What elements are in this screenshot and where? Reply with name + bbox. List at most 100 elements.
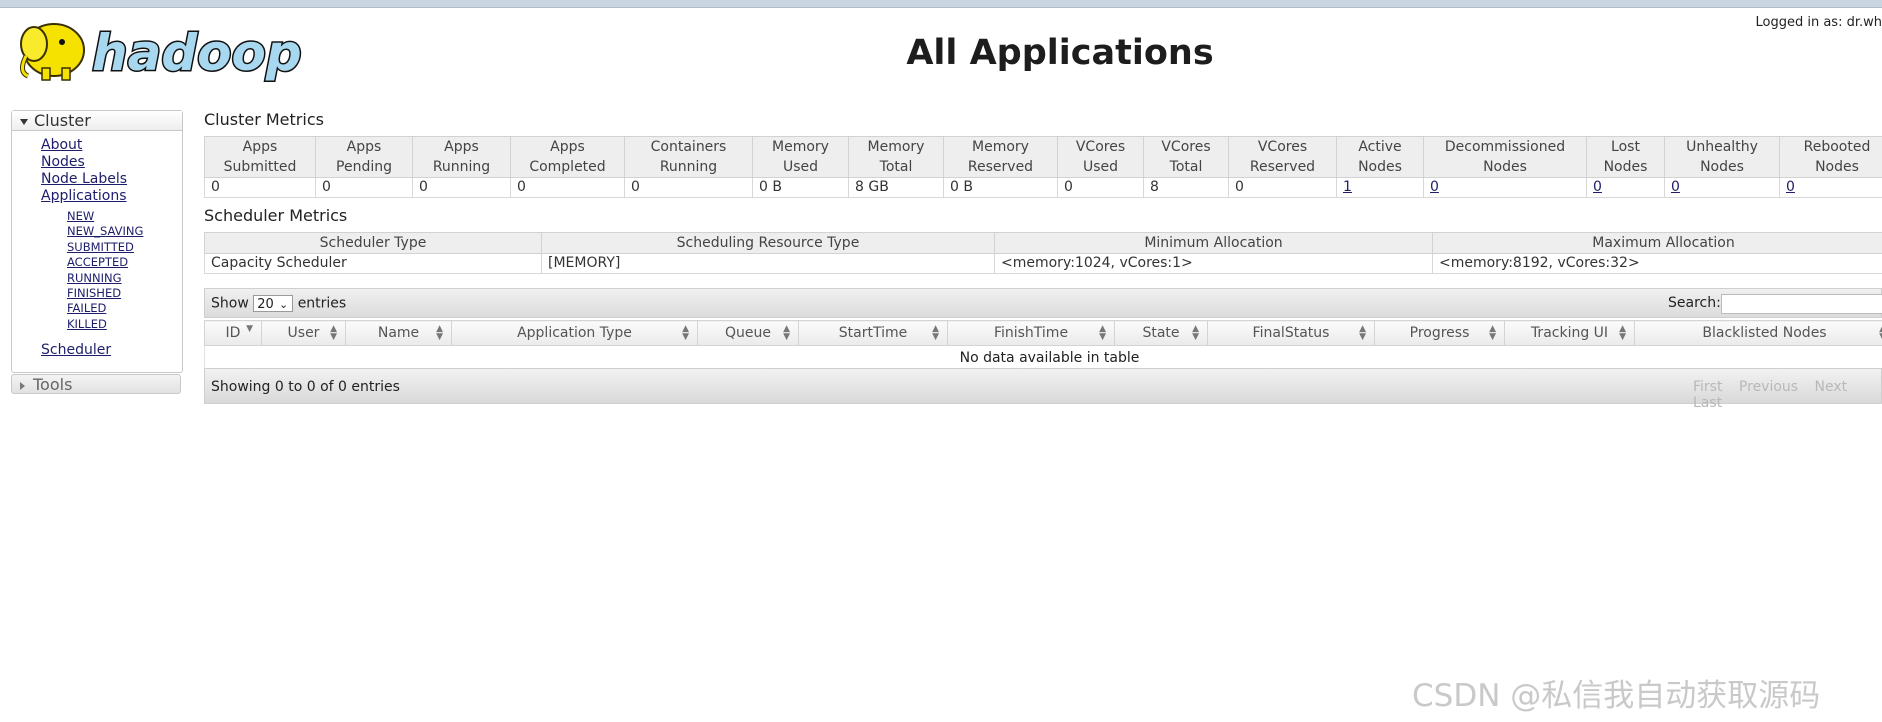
apps-table-toolbar: Show 20 ⌄ entries Search: (204, 288, 1882, 318)
column-id[interactable]: ID ▼ (204, 320, 262, 346)
pagination: First Previous Next Last (1693, 379, 1881, 411)
value-active-nodes-cell: 1 (1336, 177, 1424, 198)
value-vcores-total: 8 (1143, 177, 1229, 198)
active-nodes-link[interactable]: 1 (1343, 179, 1352, 195)
value-apps-running: 0 (412, 177, 511, 198)
value-rebooted-nodes-cell: 0 (1779, 177, 1882, 198)
value-apps-pending: 0 (315, 177, 413, 198)
pager-previous[interactable]: Previous (1739, 379, 1798, 395)
state-link-accepted[interactable]: ACCEPTED (67, 255, 143, 270)
state-link-failed[interactable]: FAILED (67, 301, 143, 316)
tools-accordion-header[interactable]: Tools (11, 374, 181, 394)
header-apps-completed: Apps Completed (510, 136, 625, 178)
column-queue[interactable]: Queue ▲ ▼ (697, 320, 799, 346)
sort-icon: ▲▼ (1489, 324, 1496, 342)
search-label: Search: (1668, 295, 1721, 311)
value-apps-completed: 0 (510, 177, 625, 198)
hadoop-logo[interactable]: hadoop (12, 14, 312, 86)
page-size-select[interactable]: 20 ⌄ (253, 295, 294, 312)
pager-first[interactable]: First (1693, 379, 1722, 395)
value-scheduler-type: Capacity Scheduler (204, 253, 542, 274)
column-state[interactable]: State ▲ ▼ (1114, 320, 1208, 346)
hadoop-wordmark: hadoop (92, 24, 302, 82)
tools-label: Tools (33, 375, 73, 394)
header-vcores-used: VCores Used (1057, 136, 1144, 178)
triangle-right-icon (20, 381, 25, 390)
scheduler-link-wrap: Scheduler (41, 342, 111, 359)
browser-top-strip (0, 0, 1882, 8)
cluster-metrics-title: Cluster Metrics (204, 110, 324, 129)
sidebar-link-about[interactable]: About (41, 137, 127, 154)
entries-label: entries (297, 295, 347, 312)
value-maximum-allocation: <memory:8192, vCores:32> (1432, 253, 1882, 274)
value-unhealthy-nodes-cell: 0 (1664, 177, 1780, 198)
sort-icon: ▲▼ (436, 324, 443, 342)
sort-desc-icon: ▼ (246, 324, 253, 334)
state-link-submitted[interactable]: SUBMITTED (67, 240, 143, 255)
cluster-metrics-table: Apps Submitted Apps Pending Apps Running Ap… (204, 136, 1882, 198)
search-input[interactable] (1721, 294, 1882, 314)
sort-icon: ▲▼ (783, 324, 790, 342)
header-scheduler-type: Scheduler Type (204, 232, 542, 254)
column-progress[interactable]: Progress ▲ ▼ (1374, 320, 1505, 346)
header-minimum-allocation: Minimum Allocation (994, 232, 1433, 254)
sort-icon: ▲▼ (682, 324, 689, 342)
page-size-value: 20 (257, 297, 274, 312)
column-tracking-ui[interactable]: Tracking UI ▲ ▼ (1504, 320, 1635, 346)
state-link-finished[interactable]: FINISHED (67, 286, 143, 301)
pager-next[interactable]: Next (1815, 379, 1848, 395)
chevron-down-icon: ⌄ (279, 298, 289, 311)
cluster-accordion-header[interactable]: Cluster (12, 111, 182, 131)
header-apps-pending: Apps Pending (315, 136, 413, 178)
column-finishtime[interactable]: FinishTime ▲ ▼ (947, 320, 1115, 346)
sort-icon: ▲▼ (1099, 324, 1106, 342)
column-finalstatus[interactable]: FinalStatus ▲ ▼ (1207, 320, 1375, 346)
column-application-type[interactable]: Application Type ▲ ▼ (451, 320, 698, 346)
page-title: All Applications (906, 33, 1214, 73)
sidebar-link-applications[interactable]: Applications (41, 188, 127, 205)
value-vcores-used: 0 (1057, 177, 1144, 198)
sidebar-cluster-panel: Cluster About Nodes Node Labels Applicat… (11, 110, 183, 373)
header-containers-running: Containers Running (624, 136, 753, 178)
value-decommissioned-nodes-cell: 0 (1423, 177, 1587, 198)
unhealthy-nodes-link[interactable]: 0 (1671, 179, 1680, 195)
column-name[interactable]: Name ▲ ▼ (345, 320, 452, 346)
value-lost-nodes-cell: 0 (1586, 177, 1665, 198)
sidebar-link-nodes[interactable]: Nodes (41, 154, 127, 171)
header-apps-submitted: Apps Submitted (204, 136, 316, 178)
state-link-killed[interactable]: KILLED (67, 317, 143, 332)
header-vcores-reserved: VCores Reserved (1228, 136, 1337, 178)
triangle-down-icon (20, 118, 28, 125)
sort-icon: ▲▼ (932, 324, 939, 342)
lost-nodes-link[interactable]: 0 (1593, 179, 1602, 195)
scheduler-metrics-value-row: Capacity Scheduler [MEMORY] <memory:1024… (204, 253, 1882, 274)
header-vcores-total: VCores Total (1143, 136, 1229, 178)
scheduler-metrics-table: Scheduler Type Scheduling Resource Type … (204, 232, 1882, 274)
state-link-new[interactable]: NEW (67, 209, 143, 224)
column-user[interactable]: User ▲ ▼ (261, 320, 346, 346)
sidebar-link-node-labels[interactable]: Node Labels (41, 171, 127, 188)
applications-table: ID ▼ User ▲ ▼ Name ▲ ▼ Application Type ▲ ▼ Que… (204, 320, 1882, 371)
logged-in-label: Logged in as: dr.wh (1755, 15, 1882, 30)
header-maximum-allocation: Maximum Allocation (1432, 232, 1882, 254)
pager-last[interactable]: Last (1693, 395, 1722, 411)
decommissioned-nodes-link[interactable]: 0 (1430, 179, 1439, 195)
value-apps-submitted: 0 (204, 177, 316, 198)
page-size-control: Show 20 ⌄ entries (211, 295, 346, 312)
elephant-icon (20, 23, 85, 81)
state-link-new-saving[interactable]: NEW_SAVING (67, 224, 143, 239)
value-memory-reserved: 0 B (943, 177, 1058, 198)
value-memory-total: 8 GB (848, 177, 944, 198)
cluster-metrics-value-row: 0 0 0 0 0 0 B 8 GB 0 B 0 8 0 1 0 0 0 0 (204, 177, 1882, 198)
state-link-running[interactable]: RUNNING (67, 271, 143, 286)
value-memory-used: 0 B (752, 177, 849, 198)
rebooted-nodes-link[interactable]: 0 (1786, 179, 1795, 195)
scheduler-metrics-title: Scheduler Metrics (204, 206, 348, 225)
header-apps-running: Apps Running (412, 136, 511, 178)
table-info: Showing 0 to 0 of 0 entries (211, 379, 400, 395)
sidebar-link-scheduler[interactable]: Scheduler (41, 342, 111, 359)
column-blacklisted-nodes[interactable]: Blacklisted Nodes▲▼ (1634, 320, 1882, 346)
column-starttime[interactable]: StartTime ▲ ▼ (798, 320, 948, 346)
applications-header-row: ID ▼ User ▲ ▼ Name ▲ ▼ Application Type ▲ ▼ Que… (204, 320, 1882, 346)
header-lost-nodes: Lost Nodes (1586, 136, 1665, 178)
